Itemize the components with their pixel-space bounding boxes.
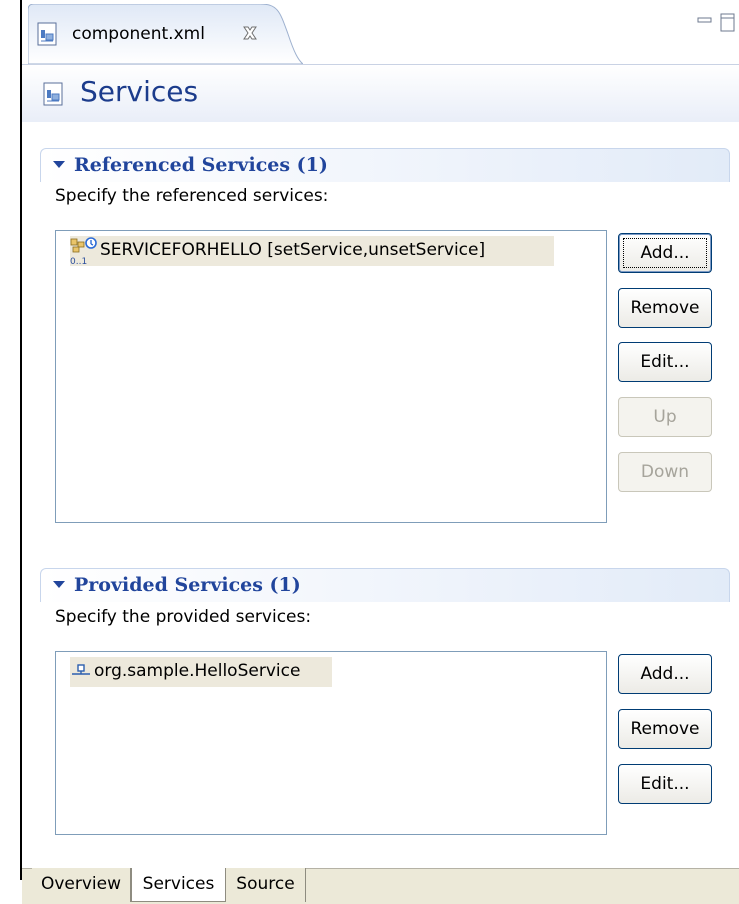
- focus-ring: [623, 238, 707, 268]
- list-item-label: org.sample.HelloService: [94, 661, 301, 681]
- referenced-services-description: Specify the referenced services:: [55, 186, 329, 206]
- expand-twisty-icon[interactable]: [51, 157, 67, 173]
- referenced-services-list[interactable]: 0..1 SERVICEFORHELLO [setService,unsetSe…: [55, 230, 607, 523]
- up-button-label: Up: [653, 407, 677, 427]
- tab-label: Overview: [40, 874, 122, 894]
- list-item[interactable]: 0..1 SERVICEFORHELLO [setService,unsetSe…: [70, 236, 554, 266]
- component-file-icon: [43, 82, 63, 106]
- provided-add-button[interactable]: Add...: [618, 654, 712, 694]
- provided-services-title[interactable]: Provided Services (1): [74, 574, 301, 596]
- reference-service-icon: 0..1: [70, 237, 97, 266]
- close-icon[interactable]: [240, 23, 260, 43]
- maximize-icon[interactable]: [719, 11, 737, 33]
- form-header: Services: [22, 64, 739, 122]
- provided-services-list[interactable]: org.sample.HelloService: [55, 651, 607, 835]
- minimize-icon[interactable]: [696, 14, 714, 28]
- tab-overview[interactable]: Overview: [32, 868, 131, 902]
- referenced-remove-button[interactable]: Remove: [618, 288, 712, 328]
- remove-button-label: Remove: [630, 298, 700, 318]
- referenced-add-button[interactable]: Add...: [618, 233, 712, 273]
- component-file-icon: [37, 22, 57, 46]
- edit-button-label: Edit...: [640, 352, 690, 372]
- tab-services[interactable]: Services: [131, 868, 226, 902]
- cardinality-label: 0..1: [70, 257, 87, 266]
- page-title: Services: [80, 75, 199, 108]
- tab-source[interactable]: Source: [226, 868, 306, 902]
- referenced-services-title[interactable]: Referenced Services (1): [74, 154, 328, 176]
- list-item-label: SERVICEFORHELLO [setService,unsetService…: [100, 240, 486, 260]
- tab-label: Source: [236, 874, 295, 894]
- editor-tab-bar: component.xml: [22, 0, 739, 64]
- provided-services-description: Specify the provided services:: [55, 607, 312, 627]
- remove-button-label: Remove: [630, 719, 700, 739]
- list-item[interactable]: org.sample.HelloService: [70, 657, 332, 687]
- provided-services-section-header: Provided Services (1): [40, 568, 730, 602]
- tab-title: component.xml: [72, 24, 205, 44]
- edit-button-label: Edit...: [640, 774, 690, 794]
- window-left-margin: [0, 0, 20, 904]
- interface-icon: [72, 664, 90, 675]
- provided-edit-button[interactable]: Edit...: [618, 764, 712, 804]
- referenced-down-button[interactable]: Down: [618, 452, 712, 492]
- referenced-edit-button[interactable]: Edit...: [618, 342, 712, 382]
- referenced-up-button[interactable]: Up: [618, 397, 712, 437]
- down-button-label: Down: [640, 462, 690, 482]
- window-border: [20, 0, 22, 880]
- editor-tab-component-xml[interactable]: component.xml: [28, 4, 303, 64]
- expand-twisty-icon[interactable]: [51, 577, 67, 593]
- add-button-label: Add...: [640, 664, 690, 684]
- referenced-services-section-header: Referenced Services (1): [40, 148, 730, 182]
- tab-label: Services: [142, 874, 215, 894]
- provided-remove-button[interactable]: Remove: [618, 709, 712, 749]
- editor-window: component.xml Services Referenced Servic…: [0, 0, 739, 904]
